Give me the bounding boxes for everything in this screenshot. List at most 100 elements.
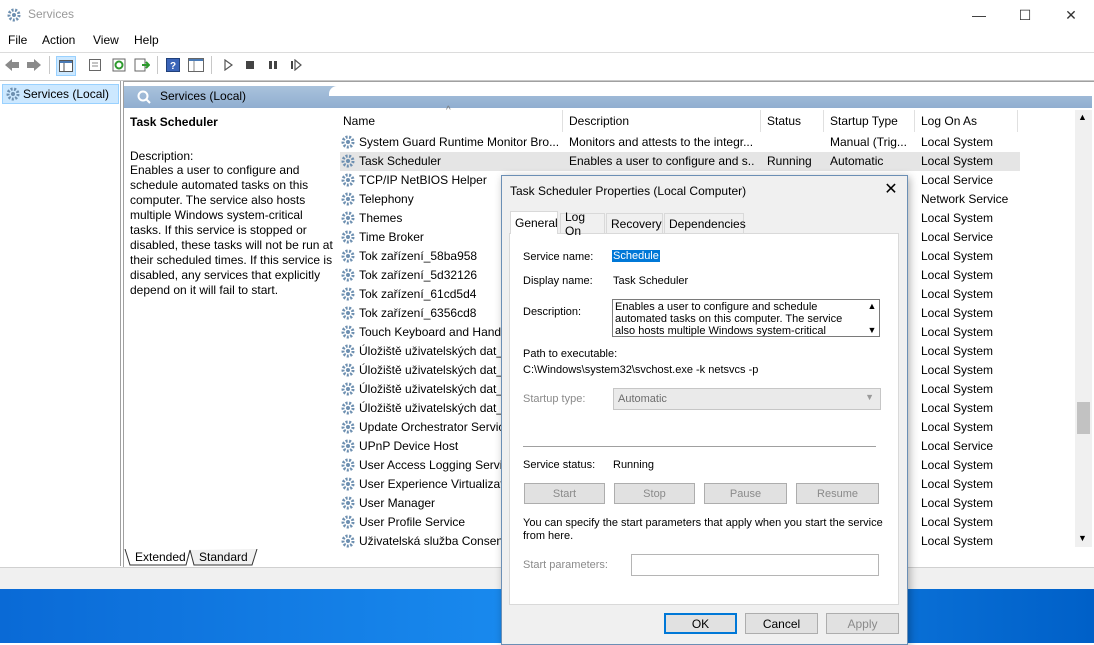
description-field[interactable]: Enables a user to configure and schedule… <box>612 299 880 337</box>
service-log-on-as: Local System <box>921 135 994 149</box>
tree-item-label: Services (Local) <box>23 87 110 101</box>
column-header-description[interactable]: Description <box>569 114 629 128</box>
display-name-value[interactable]: Task Scheduler <box>613 275 688 287</box>
minimize-button[interactable]: — <box>956 0 1002 30</box>
scroll-up-icon[interactable]: ▲ <box>1078 112 1087 122</box>
column-header-name[interactable]: Name <box>343 114 375 128</box>
tab-dependencies[interactable]: Dependencies <box>664 213 746 233</box>
toolbar-separator <box>211 56 212 74</box>
service-row[interactable]: System Guard Runtime Monitor Bro... Monit… <box>340 133 1020 152</box>
service-gear-icon <box>340 210 356 226</box>
pause-service-icon[interactable] <box>264 56 282 74</box>
service-gear-icon <box>340 495 356 511</box>
column-divider[interactable] <box>760 110 761 132</box>
restart-service-icon[interactable] <box>287 56 305 74</box>
description-text: Enables a user to configure and schedule… <box>130 163 333 297</box>
help-icon[interactable]: ? <box>164 56 182 74</box>
tab-log-on[interactable]: Log On <box>560 210 605 238</box>
column-divider[interactable] <box>823 110 824 132</box>
sort-ascending-icon: ^ <box>446 105 451 116</box>
startup-type-label: Startup type: <box>523 393 586 405</box>
service-log-on-as: Local System <box>921 515 994 529</box>
stop-service-icon[interactable] <box>241 56 259 74</box>
export-list-icon[interactable] <box>133 56 151 74</box>
tab-extended[interactable]: Extended <box>135 550 186 564</box>
service-gear-icon <box>340 172 356 188</box>
vertical-scrollbar[interactable] <box>1075 110 1092 547</box>
service-name-label: Service name: <box>523 251 594 263</box>
path-value[interactable]: C:\Windows\system32\svchost.exe -k netsv… <box>523 364 758 376</box>
service-row[interactable]: Task Scheduler Enables a user to configur… <box>340 152 1020 171</box>
startup-type-select[interactable]: Automatic ▼ <box>613 388 881 410</box>
column-divider[interactable] <box>562 110 563 132</box>
dialog-close-icon[interactable]: ✕ <box>882 180 900 198</box>
tree-item-services-local[interactable]: Services (Local) <box>2 84 119 104</box>
service-log-on-as: Local System <box>921 344 994 358</box>
menu-view[interactable]: View <box>93 33 119 47</box>
tab-standard[interactable]: Standard <box>199 550 248 564</box>
service-log-on-as: Local System <box>921 401 994 415</box>
apply-button[interactable]: Apply <box>826 613 899 634</box>
service-gear-icon <box>340 305 356 321</box>
stop-button[interactable]: Stop <box>614 483 695 504</box>
dialog-tab-panel <box>509 233 899 605</box>
service-log-on-as: Local Service <box>921 439 994 453</box>
scroll-down-icon[interactable]: ▼ <box>1078 533 1087 543</box>
column-divider[interactable] <box>914 110 915 132</box>
service-log-on-as: Local System <box>921 287 994 301</box>
service-log-on-as: Local System <box>921 382 994 396</box>
resume-button[interactable]: Resume <box>796 483 879 504</box>
console-tree <box>0 81 121 566</box>
maximize-button[interactable]: ☐ <box>1002 0 1048 30</box>
services-gear-icon <box>7 8 21 22</box>
refresh-icon[interactable] <box>110 56 128 74</box>
menu-action[interactable]: Action <box>42 33 75 47</box>
properties-sheet-icon[interactable] <box>86 56 104 74</box>
menu-file[interactable]: File <box>8 33 27 47</box>
description-field-label: Description: <box>523 306 582 318</box>
service-name-value[interactable]: Schedule <box>612 250 660 262</box>
service-log-on-as: Local System <box>921 325 994 339</box>
pause-button[interactable]: Pause <box>704 483 787 504</box>
selected-service-title: Task Scheduler <box>130 115 218 129</box>
menu-bar <box>0 30 1094 52</box>
tab-recovery[interactable]: Recovery <box>606 213 663 233</box>
service-log-on-as: Network Service <box>921 192 1009 206</box>
chevron-up-icon: ▲ <box>867 301 877 311</box>
back-icon[interactable] <box>3 56 21 74</box>
start-params-input[interactable] <box>631 554 879 576</box>
service-log-on-as: Local System <box>921 496 994 510</box>
start-service-icon[interactable] <box>219 56 237 74</box>
start-params-label: Start parameters: <box>523 559 608 571</box>
chevron-down-icon: ▼ <box>867 325 877 335</box>
console-view-icon[interactable] <box>187 56 205 74</box>
column-divider[interactable] <box>1017 110 1018 132</box>
show-hide-console-tree-icon[interactable] <box>56 56 76 76</box>
pane-header: Services (Local) <box>124 86 1092 108</box>
column-header-startup-type[interactable]: Startup Type <box>830 114 898 128</box>
service-gear-icon <box>340 438 356 454</box>
title-bar: Services <box>0 0 1094 30</box>
service-log-on-as: Local System <box>921 534 994 548</box>
service-gear-icon <box>340 362 356 378</box>
service-log-on-as: Local System <box>921 306 994 320</box>
start-button[interactable]: Start <box>524 483 605 504</box>
path-label: Path to executable: <box>523 348 618 360</box>
column-header-status[interactable]: Status <box>767 114 801 128</box>
svg-text:?: ? <box>170 61 176 72</box>
startup-type-value: Automatic <box>618 393 667 405</box>
service-gear-icon <box>340 229 356 245</box>
scrollbar-thumb[interactable] <box>1077 402 1090 434</box>
cancel-button[interactable]: Cancel <box>745 613 818 634</box>
service-log-on-as: Local System <box>921 458 994 472</box>
close-button[interactable]: ✕ <box>1048 0 1094 30</box>
menu-help[interactable]: Help <box>134 33 159 47</box>
service-status: Running <box>767 154 812 168</box>
column-header-log-on-as[interactable]: Log On As <box>921 114 977 128</box>
ok-button[interactable]: OK <box>664 613 737 634</box>
service-gear-icon <box>340 286 356 302</box>
tab-general[interactable]: General <box>510 211 558 234</box>
forward-icon[interactable] <box>25 56 43 74</box>
description-scrollbar[interactable]: ▲ ▼ <box>865 300 879 336</box>
service-gear-icon <box>340 324 356 340</box>
